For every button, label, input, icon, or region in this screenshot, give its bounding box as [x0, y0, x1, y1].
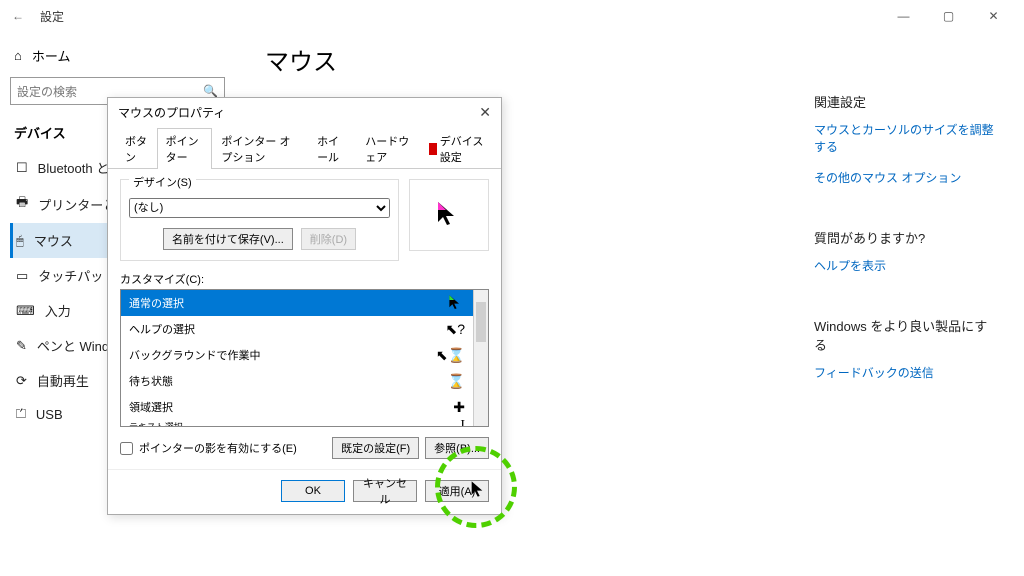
sidebar-item-label: USB [36, 407, 63, 422]
cursor-arrow-icon [447, 294, 465, 312]
list-item[interactable]: バックグラウンドで作業中 ⬉⌛ [121, 342, 473, 368]
cursor-arrow-icon [469, 480, 489, 500]
maximize-button[interactable]: ▢ [926, 0, 971, 32]
printer-icon: 🖶 [16, 193, 28, 215]
usb-icon: ⏍ [16, 406, 26, 422]
touchpad-icon: ▭ [16, 268, 28, 284]
delete-button: 削除(D) [301, 228, 356, 250]
list-item-label: テキスト選択 [129, 420, 183, 427]
tab-buttons[interactable]: ボタン [116, 128, 157, 169]
sidebar-item-label: マウス [34, 231, 73, 250]
scrollbar[interactable] [473, 290, 488, 426]
cancel-button[interactable]: キャンセル [353, 480, 417, 502]
tab-device-settings[interactable]: デバイス設定 [420, 128, 493, 169]
bluetooth-icon: ☐ [16, 160, 28, 176]
list-item-label: ヘルプの選択 [129, 321, 195, 337]
pointer-list[interactable]: 通常の選択 ヘルプの選択 ⬉? バックグラウンドで作業中 ⬉⌛ 待ち状態 ⌛ 領… [120, 289, 489, 427]
right-pane: 関連設定 マウスとカーソルのサイズを調整する その他のマウス オプション 質問が… [814, 92, 994, 395]
tab-label: デバイス設定 [440, 133, 484, 165]
list-item-label: 通常の選択 [129, 295, 184, 311]
ok-button[interactable]: OK [281, 480, 345, 502]
keyboard-icon: ⌨ [16, 303, 35, 319]
home-icon: ⌂ [14, 48, 22, 63]
dialog-title: マウスのプロパティ [118, 104, 225, 121]
design-group: デザイン(S) (なし) 名前を付けて保存(V)... 削除(D) [120, 179, 399, 261]
save-as-button[interactable]: 名前を付けて保存(V)... [163, 228, 293, 250]
list-item[interactable]: ヘルプの選択 ⬉? [121, 316, 473, 342]
cursor-cross-icon: ✚ [453, 399, 465, 416]
dialog-titlebar: マウスのプロパティ ✕ [108, 98, 501, 127]
page-title: マウス [265, 42, 994, 77]
mouse-properties-dialog: マウスのプロパティ ✕ ボタン ポインター ポインター オプション ホイール ハ… [107, 97, 502, 515]
give-feedback-link[interactable]: フィードバックの送信 [814, 364, 994, 381]
tab-hardware[interactable]: ハードウェア [356, 128, 419, 169]
design-label: デザイン(S) [129, 174, 196, 190]
home-label: ホーム [32, 46, 71, 65]
autoplay-icon: ⟳ [16, 373, 27, 389]
cursor-busy-icon: ⌛ [448, 373, 465, 390]
adjust-cursor-size-link[interactable]: マウスとカーソルのサイズを調整する [814, 121, 994, 155]
cursor-working-icon: ⬉⌛ [436, 347, 465, 364]
list-item-label: 領域選択 [129, 399, 173, 415]
cursor-help-icon: ⬉? [445, 321, 465, 338]
list-item[interactable]: 領域選択 ✚ [121, 394, 473, 420]
pointer-shadow-checkbox[interactable] [120, 442, 133, 455]
sidebar-item-label: タッチパッド [38, 266, 116, 285]
dialog-tabs: ボタン ポインター ポインター オプション ホイール ハードウェア デバイス設定 [108, 127, 501, 169]
use-default-button[interactable]: 既定の設定(F) [332, 437, 419, 459]
dialog-close-button[interactable]: ✕ [479, 104, 491, 121]
list-item-label: バックグラウンドで作業中 [129, 347, 261, 363]
pointer-preview [409, 179, 489, 251]
mouse-icon: 🖱 [16, 233, 24, 249]
home-link[interactable]: ⌂ ホーム [10, 40, 225, 71]
window-title: 設定 [40, 8, 64, 25]
back-icon[interactable]: ← [8, 9, 28, 23]
list-item[interactable]: 通常の選択 [121, 290, 473, 316]
design-select[interactable]: (なし) [129, 198, 390, 218]
scrollbar-thumb[interactable] [476, 302, 486, 342]
customize-label: カスタマイズ(C): [120, 271, 489, 287]
tab-pointer[interactable]: ポインター [157, 128, 213, 169]
cursor-arrow-icon [434, 200, 464, 230]
sidebar-item-label: 自動再生 [37, 371, 89, 390]
list-item[interactable]: テキスト選択 I [121, 420, 473, 426]
titlebar: ← 設定 — ▢ ✕ [0, 0, 1024, 32]
search-icon: 🔍 [203, 84, 218, 98]
list-item-label: 待ち状態 [129, 373, 173, 389]
cursor-text-icon: I [460, 418, 465, 426]
browse-button[interactable]: 参照(B)... [425, 437, 489, 459]
get-help-link[interactable]: ヘルプを表示 [814, 257, 994, 274]
minimize-button[interactable]: — [881, 0, 926, 32]
device-settings-icon [429, 143, 437, 155]
feedback-title: Windows をより良い製品にする [814, 316, 994, 354]
additional-mouse-options-link[interactable]: その他のマウス オプション [814, 169, 994, 186]
close-button[interactable]: ✕ [971, 0, 1016, 32]
tab-wheel[interactable]: ホイール [308, 128, 356, 169]
list-item[interactable]: 待ち状態 ⌛ [121, 368, 473, 394]
sidebar-item-label: 入力 [45, 301, 71, 320]
pointer-shadow-label: ポインターの影を有効にする(E) [139, 440, 297, 456]
tab-pointer-options[interactable]: ポインター オプション [212, 128, 308, 169]
question-title: 質問がありますか? [814, 228, 994, 247]
pen-icon: ✎ [16, 338, 27, 354]
related-settings-title: 関連設定 [814, 92, 994, 111]
